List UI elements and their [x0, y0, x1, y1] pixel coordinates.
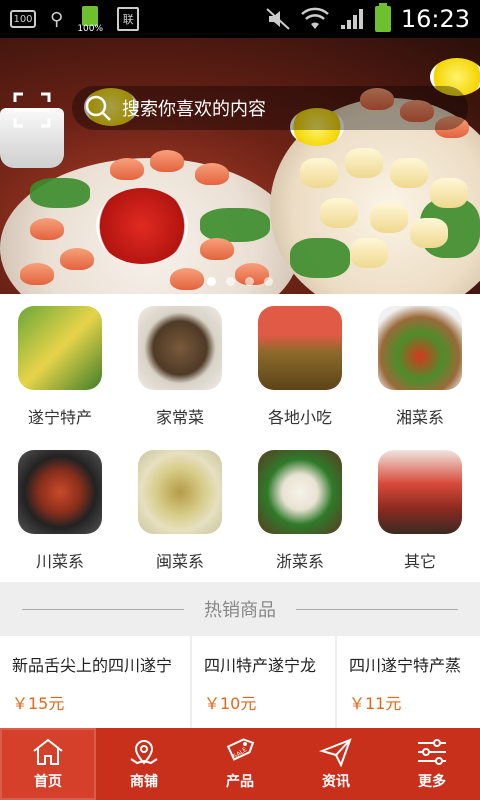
banner-carousel[interactable]: 搜索你喜欢的内容 [0, 38, 480, 294]
hot-products-header: 热销商品 [0, 582, 480, 636]
sliders-icon [418, 739, 446, 765]
send-icon [319, 738, 352, 767]
battery-icon: 100% [77, 4, 103, 34]
shrimp [150, 150, 184, 172]
nav-label: 商铺 [130, 774, 158, 790]
home-icon [33, 738, 63, 765]
category-grid: 遂宁特产 家常菜 各地小吃 湘菜系 川菜系 闽菜系 浙菜系 其它 [0, 294, 480, 582]
scallop [430, 178, 468, 208]
product-name: 四川遂宁特产蒸 [349, 656, 462, 675]
nav-products[interactable]: SALE 产品 [192, 728, 288, 800]
battery-full-icon [374, 3, 391, 32]
category-image [258, 450, 342, 534]
category-image [258, 306, 342, 390]
category-fujian-cuisine[interactable]: 闽菜系 [120, 438, 240, 582]
product-card[interactable]: 新品舌尖上的四川遂宁 ￥15元 [0, 636, 190, 728]
category-image [18, 306, 102, 390]
nav-news[interactable]: 资讯 [288, 728, 384, 800]
shrimp [200, 238, 234, 260]
category-image [18, 450, 102, 534]
usb-icon: ⚲ [50, 8, 64, 30]
bottom-nav: 首页 商铺 SALE 产品 资讯 更多 [0, 728, 480, 800]
hot-products-list: 新品舌尖上的四川遂宁 ￥15元 四川特产遂宁龙 ￥10元 四川遂宁特产蒸 ￥11… [0, 636, 480, 728]
category-label: 其它 [403, 552, 436, 571]
search-icon [85, 95, 111, 121]
garnish [30, 178, 90, 208]
carousel-dots [0, 277, 480, 286]
category-suining-specialty[interactable]: 遂宁特产 [0, 294, 120, 438]
scallop [410, 218, 448, 248]
product-name: 新品舌尖上的四川遂宁 [12, 656, 173, 675]
shrimp [110, 158, 144, 180]
product-price: ￥10元 [204, 694, 257, 713]
map-pin-icon [130, 740, 158, 765]
clock: 16:23 [400, 5, 470, 33]
category-zhejiang-cuisine[interactable]: 浙菜系 [240, 438, 360, 582]
shrimp [195, 163, 229, 185]
nav-home[interactable]: 首页 [0, 728, 96, 800]
category-image [138, 450, 222, 534]
scallop [390, 158, 428, 188]
sim-label: 联 [122, 13, 134, 26]
category-label: 湘菜系 [395, 408, 444, 427]
category-label: 浙菜系 [275, 552, 324, 571]
divider [22, 608, 184, 610]
svg-text:SALE: SALE [232, 746, 249, 761]
category-sichuan-cuisine[interactable]: 川菜系 [0, 438, 120, 582]
category-image [378, 450, 462, 534]
product-card[interactable]: 四川特产遂宁龙 ￥10元 [192, 636, 335, 728]
product-card[interactable]: 四川遂宁特产蒸 ￥11元 [337, 636, 480, 728]
nav-label: 产品 [226, 774, 254, 790]
category-label: 各地小吃 [267, 408, 332, 427]
category-image [138, 306, 222, 390]
category-image [378, 306, 462, 390]
carousel-dot[interactable] [207, 277, 216, 286]
product-price: ￥11元 [349, 694, 402, 713]
shrimp [60, 248, 94, 270]
garnish [200, 208, 270, 242]
search-bar[interactable]: 搜索你喜欢的内容 [72, 86, 468, 130]
battery-level-icon: 100 [10, 10, 36, 28]
category-label: 家常菜 [155, 408, 204, 427]
garnish [290, 238, 350, 278]
category-home-cooking[interactable]: 家常菜 [120, 294, 240, 438]
battery-level-text: 100 [13, 13, 33, 25]
scallop [370, 203, 408, 233]
carousel-dot[interactable] [264, 277, 273, 286]
battery-percent: 100% [77, 24, 104, 34]
signal-icon [340, 9, 363, 29]
scallop [350, 238, 388, 268]
scan-icon[interactable] [12, 90, 52, 130]
wifi-icon [300, 7, 329, 29]
product-price: ￥15元 [12, 694, 65, 713]
section-title: 热销商品 [204, 600, 276, 621]
sale-tag-icon: SALE [226, 738, 255, 761]
divider [296, 608, 458, 610]
sim-icon: 联 [117, 7, 140, 31]
nav-label: 更多 [418, 774, 446, 790]
category-other[interactable]: 其它 [360, 438, 480, 582]
category-hunan-cuisine[interactable]: 湘菜系 [360, 294, 480, 438]
banner-sauce-bowl [96, 188, 188, 264]
shrimp [30, 218, 64, 240]
mute-icon [266, 8, 290, 30]
scallop [300, 158, 338, 188]
category-label: 遂宁特产 [27, 408, 92, 427]
scallop [320, 198, 358, 228]
nav-label: 首页 [34, 774, 62, 790]
category-label: 川菜系 [35, 552, 84, 571]
status-bar: 100 ⚲ 100% 联 16:23 [0, 0, 480, 38]
category-local-snacks[interactable]: 各地小吃 [240, 294, 360, 438]
search-placeholder: 搜索你喜欢的内容 [122, 99, 266, 120]
product-name: 四川特产遂宁龙 [204, 656, 317, 675]
scallop [345, 148, 383, 178]
nav-shops[interactable]: 商铺 [96, 728, 192, 800]
carousel-dot[interactable] [226, 277, 235, 286]
carousel-dot[interactable] [245, 277, 254, 286]
category-label: 闽菜系 [155, 552, 204, 571]
nav-label: 资讯 [322, 774, 350, 790]
nav-more[interactable]: 更多 [384, 728, 480, 800]
